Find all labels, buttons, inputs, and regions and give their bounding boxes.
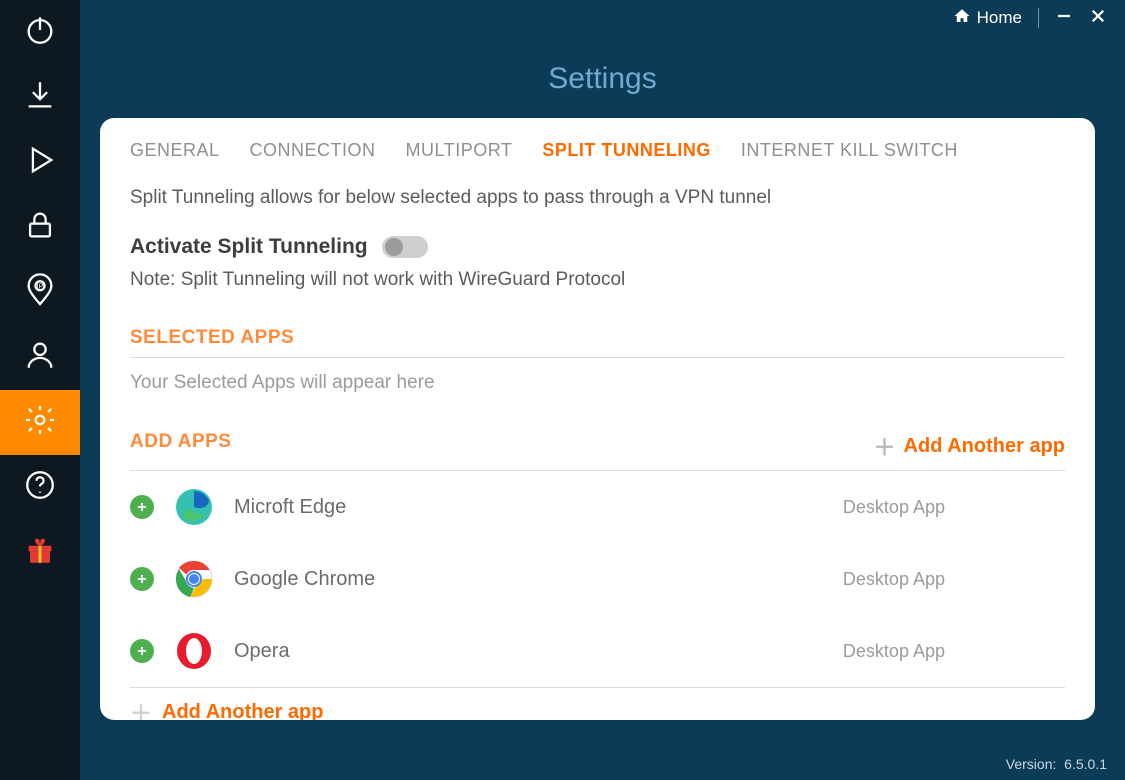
app-type: Desktop App bbox=[843, 569, 1065, 590]
nav-ip-location[interactable]: IP bbox=[0, 260, 80, 325]
nav-play[interactable] bbox=[0, 130, 80, 195]
settings-tabs: GENERAL CONNECTION MULTIPORT SPLIT TUNNE… bbox=[130, 140, 1065, 179]
tab-kill-switch[interactable]: INTERNET KILL SWITCH bbox=[741, 140, 958, 161]
gift-icon bbox=[23, 533, 57, 572]
left-nav-rail: IP bbox=[0, 0, 80, 780]
version-label: Version: 6.5.0.1 bbox=[1006, 756, 1107, 772]
lock-icon bbox=[23, 208, 57, 247]
nav-profile[interactable] bbox=[0, 325, 80, 390]
tab-connection[interactable]: CONNECTION bbox=[250, 140, 376, 161]
app-name: Microft Edge bbox=[234, 496, 823, 519]
main-area: Home Settings GENERAL CONNECTION MULTIPO… bbox=[80, 0, 1125, 780]
nav-lock[interactable] bbox=[0, 195, 80, 260]
chrome-icon bbox=[174, 559, 214, 599]
tab-general[interactable]: GENERAL bbox=[130, 140, 220, 161]
add-app-button[interactable] bbox=[130, 567, 154, 591]
home-label: Home bbox=[977, 8, 1022, 28]
plus-icon: ＋ bbox=[130, 696, 152, 720]
tab-multiport[interactable]: MULTIPORT bbox=[406, 140, 513, 161]
play-icon bbox=[23, 143, 57, 182]
window-controls: Home bbox=[80, 0, 1125, 36]
app-row: Opera Desktop App bbox=[130, 615, 1065, 687]
close-button[interactable] bbox=[1089, 7, 1107, 30]
add-apps-header: ADD APPS bbox=[130, 431, 231, 461]
minimize-button[interactable] bbox=[1055, 7, 1073, 30]
selected-apps-empty: Your Selected Apps will appear here bbox=[130, 358, 1065, 430]
separator bbox=[1038, 8, 1039, 28]
app-name: Opera bbox=[234, 640, 823, 663]
page-title: Settings bbox=[80, 36, 1125, 118]
nav-settings[interactable] bbox=[0, 390, 80, 455]
home-icon bbox=[953, 7, 971, 30]
add-another-app-bottom[interactable]: ＋ Add Another app bbox=[130, 688, 1065, 720]
tab-split-tunneling[interactable]: SPLIT TUNNELING bbox=[542, 140, 711, 161]
add-another-app-button[interactable]: ＋ Add Another app bbox=[874, 430, 1065, 462]
nav-gift[interactable] bbox=[0, 520, 80, 585]
app-name: Google Chrome bbox=[234, 568, 823, 591]
activate-note: Note: Split Tunneling will not work with… bbox=[130, 269, 1065, 327]
opera-icon bbox=[174, 631, 214, 671]
app-row: Microft Edge Desktop App bbox=[130, 471, 1065, 543]
selected-apps-header: SELECTED APPS bbox=[130, 327, 1065, 357]
edge-icon bbox=[174, 487, 214, 527]
nav-download[interactable] bbox=[0, 65, 80, 130]
activate-label: Activate Split Tunneling bbox=[130, 235, 368, 259]
home-button[interactable]: Home bbox=[953, 7, 1022, 30]
profile-icon bbox=[23, 338, 57, 377]
power-icon bbox=[23, 13, 57, 52]
app-row: Google Chrome Desktop App bbox=[130, 543, 1065, 615]
app-type: Desktop App bbox=[843, 641, 1065, 662]
nav-power[interactable] bbox=[0, 0, 80, 65]
add-app-button[interactable] bbox=[130, 639, 154, 663]
settings-gear-icon bbox=[23, 403, 57, 442]
svg-text:IP: IP bbox=[37, 283, 44, 291]
split-description: Split Tunneling allows for below selecte… bbox=[130, 179, 1065, 235]
activate-toggle[interactable] bbox=[382, 236, 428, 258]
ip-location-icon: IP bbox=[23, 273, 57, 312]
app-type: Desktop App bbox=[843, 497, 1065, 518]
plus-icon: ＋ bbox=[874, 430, 896, 462]
add-app-button[interactable] bbox=[130, 495, 154, 519]
settings-card: GENERAL CONNECTION MULTIPORT SPLIT TUNNE… bbox=[100, 118, 1095, 720]
nav-help[interactable] bbox=[0, 455, 80, 520]
download-icon bbox=[23, 78, 57, 117]
add-another-label: Add Another app bbox=[904, 435, 1065, 458]
help-icon bbox=[23, 468, 57, 507]
